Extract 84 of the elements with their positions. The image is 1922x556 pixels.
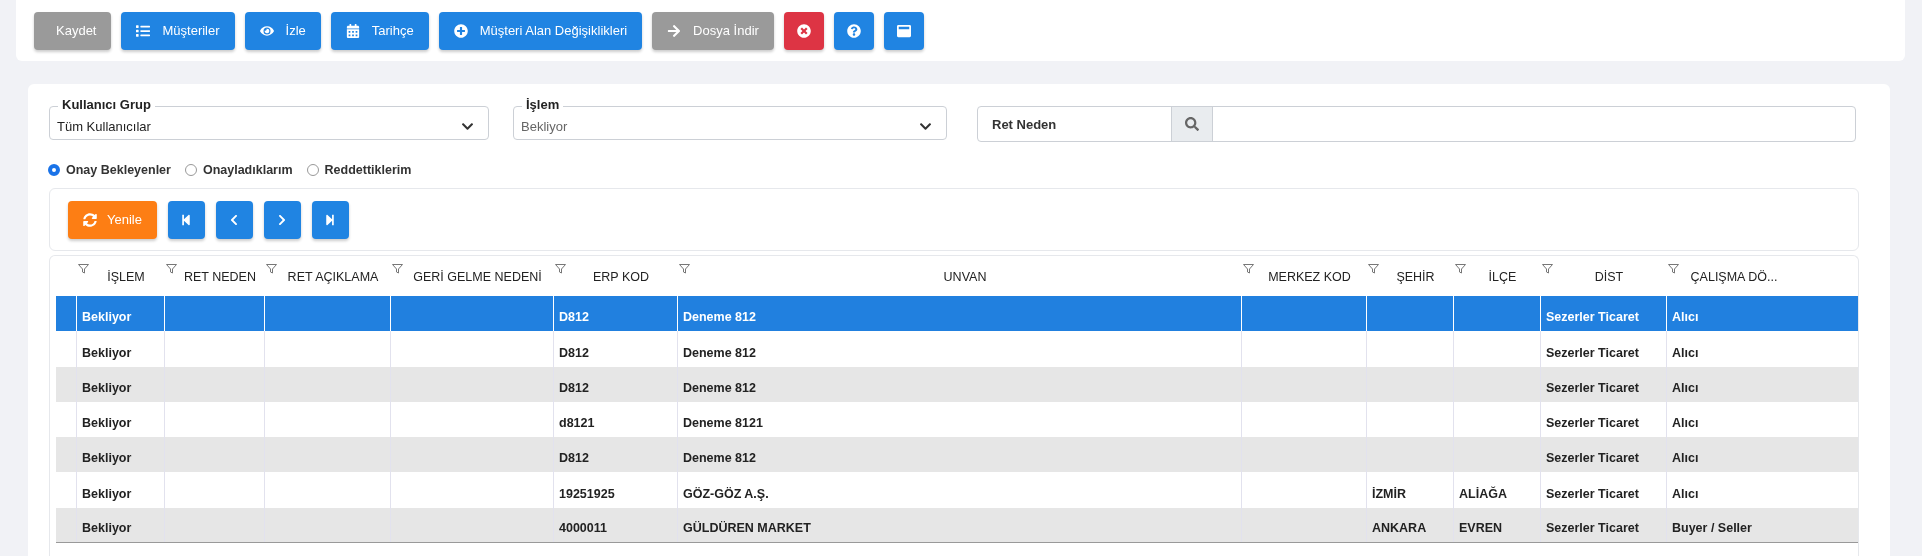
table-cell: Bekliyor bbox=[76, 366, 164, 402]
arrow-icon bbox=[667, 23, 682, 38]
table-cell: Sezerler Ticaret bbox=[1540, 331, 1666, 367]
table-cell: D812 bbox=[553, 366, 677, 402]
toolbar-button[interactable]: Müşteri Alan Değişiklikleri bbox=[438, 11, 643, 50]
radio-dot[interactable] bbox=[184, 164, 197, 176]
field-label: Kullanıcı Grup bbox=[58, 97, 155, 112]
column-header[interactable]: MERKEZ KOD bbox=[1241, 262, 1366, 291]
radio-option[interactable]: Onay Bekleyenler bbox=[48, 163, 171, 177]
table-cell: ANKARA bbox=[1366, 507, 1453, 543]
column-header[interactable]: ÇALIŞMA DÖ... bbox=[1666, 262, 1790, 291]
filter-icon[interactable] bbox=[1243, 264, 1254, 274]
table-cell: Sezerler Ticaret bbox=[1540, 472, 1666, 508]
table-cell: Bekliyor bbox=[76, 507, 164, 543]
column-header[interactable]: ERP KOD bbox=[553, 262, 677, 291]
table-row[interactable]: Bekliyor D812 Deneme 812 Sezerler Ticaret Alıcı bbox=[56, 296, 1858, 332]
last-page-button[interactable] bbox=[311, 200, 349, 239]
field-label: İşlem bbox=[522, 97, 564, 112]
plus-icon bbox=[453, 23, 468, 38]
next-page-button[interactable] bbox=[263, 200, 301, 239]
filter-icon[interactable] bbox=[679, 264, 690, 274]
filter-icon[interactable] bbox=[1368, 264, 1379, 274]
filter-icon[interactable] bbox=[1668, 264, 1679, 274]
filter-icon[interactable] bbox=[166, 264, 177, 274]
table-cell: Alıcı bbox=[1666, 472, 1790, 508]
column-header[interactable]: ŞEHİR bbox=[1366, 262, 1453, 291]
radio-dot[interactable] bbox=[48, 164, 60, 176]
filter-icon[interactable] bbox=[1542, 264, 1553, 274]
close-button[interactable] bbox=[783, 11, 824, 50]
table-cell: GÜLDÜREN MARKET bbox=[677, 507, 1241, 543]
table-cell: Sezerler Ticaret bbox=[1540, 366, 1666, 402]
calendar-icon bbox=[345, 23, 360, 38]
table-cell: İZMİR bbox=[1366, 472, 1453, 508]
help-button[interactable] bbox=[833, 11, 874, 50]
table-row[interactable]: Bekliyor 4000011 GÜLDÜREN MARKET ANKARA EVREN Sezerler Ticaret Buyer / Seller bbox=[56, 507, 1858, 544]
table-cell: Sezerler Ticaret bbox=[1540, 507, 1666, 543]
window-button[interactable] bbox=[883, 11, 924, 50]
filter-icon[interactable] bbox=[78, 264, 89, 274]
search-field[interactable]: Ret Neden bbox=[977, 106, 1856, 142]
column-header[interactable]: GERİ GELME NEDENİ bbox=[390, 262, 553, 291]
column-header[interactable]: RET NEDEN bbox=[164, 262, 264, 291]
table-cell: D812 bbox=[553, 331, 677, 367]
table-cell: 19251925 bbox=[553, 472, 677, 508]
column-header[interactable]: İLÇE bbox=[1453, 262, 1540, 291]
help-icon bbox=[846, 23, 861, 38]
search-icon bbox=[1185, 117, 1199, 131]
table-cell: GÖZ-GÖZ A.Ş. bbox=[677, 472, 1241, 508]
radio-option[interactable]: Reddettiklerim bbox=[306, 163, 412, 177]
table-cell: Bekliyor bbox=[76, 331, 164, 367]
refresh-icon bbox=[83, 212, 97, 227]
column-header[interactable]: İŞLEM bbox=[76, 262, 164, 291]
toolbar-button[interactable]: Müşteriler bbox=[121, 11, 235, 50]
radio-option[interactable]: Onayladıklarım bbox=[184, 163, 293, 177]
table-row[interactable]: Bekliyor D812 Deneme 812 Sezerler Ticaret Alıcı bbox=[56, 437, 1858, 473]
filter-icon[interactable] bbox=[1455, 264, 1466, 274]
table-cell: Alıcı bbox=[1666, 366, 1790, 402]
table-cell: Deneme 812 bbox=[677, 331, 1241, 367]
step-icon bbox=[180, 213, 193, 226]
search-button[interactable] bbox=[1171, 107, 1213, 141]
search-label: Ret Neden bbox=[991, 115, 1058, 134]
filter-icon[interactable] bbox=[392, 264, 403, 274]
table-cell: ALİAĞA bbox=[1453, 472, 1540, 508]
table-cell: 4000011 bbox=[553, 507, 677, 543]
step-icon bbox=[324, 213, 337, 226]
table-row[interactable]: Bekliyor D812 Deneme 812 Sezerler Ticaret Alıcı bbox=[56, 366, 1858, 402]
column-header[interactable]: UNVAN bbox=[677, 262, 1241, 291]
table-cell: Alıcı bbox=[1666, 331, 1790, 367]
filter-icon[interactable] bbox=[266, 264, 277, 274]
eye-icon bbox=[259, 23, 274, 38]
radio-dot[interactable] bbox=[306, 164, 319, 176]
table-cell: Deneme 812 bbox=[677, 366, 1241, 402]
close-icon bbox=[796, 23, 811, 38]
column-header[interactable]: RET AÇIKLAMA bbox=[264, 262, 390, 291]
column-header[interactable]: DİST bbox=[1540, 262, 1666, 291]
toolbar-button[interactable]: Tarihçe bbox=[330, 11, 429, 50]
prev-page-button[interactable] bbox=[215, 200, 253, 239]
toolbar-button[interactable]: İzle bbox=[244, 11, 321, 50]
list-icon bbox=[136, 23, 151, 38]
table-cell: Buyer / Seller bbox=[1666, 507, 1790, 543]
table-cell: Bekliyor bbox=[76, 472, 164, 508]
first-page-button[interactable] bbox=[167, 200, 205, 239]
table-cell: EVREN bbox=[1453, 507, 1540, 543]
window-icon bbox=[896, 23, 911, 38]
filter-icon[interactable] bbox=[555, 264, 566, 274]
